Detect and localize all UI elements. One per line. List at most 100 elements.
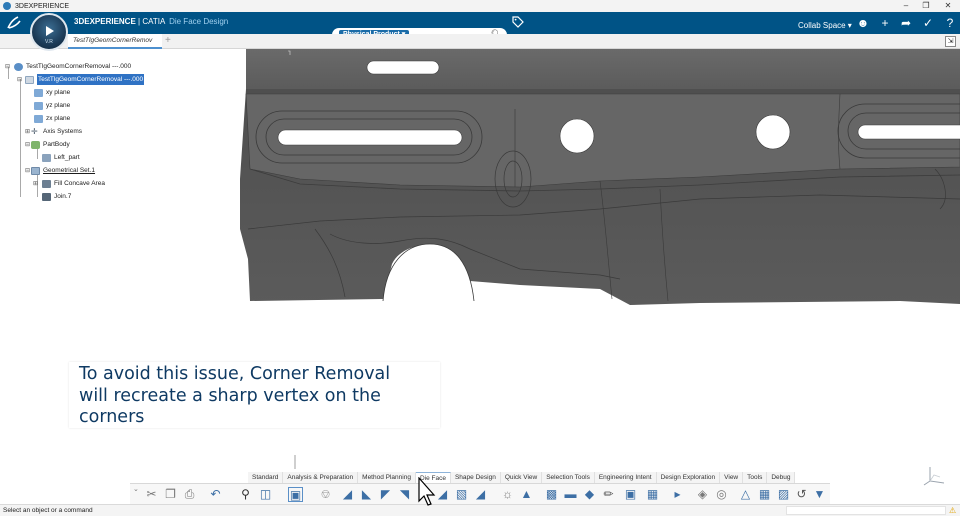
3d-viewport[interactable]: ⊟ ⊟ ⊞ ⊟ ⊟ ⊞ TestTlgGeomCornerRemoval ---… [0,49,960,504]
analysis-icon[interactable]: ◎ [714,487,729,502]
die-face-part[interactable] [0,49,960,504]
fit-all-icon[interactable]: ▣ [288,487,303,502]
paste-icon[interactable]: ⎙ [182,487,197,502]
capture-icon[interactable]: ↺ [794,487,809,502]
copy-icon[interactable]: ❐ [163,487,178,502]
cut-icon[interactable]: ✂ [144,487,159,502]
new-tab-button[interactable]: + [165,35,171,46]
maximize-viewer-icon[interactable]: ⇲ [945,36,956,47]
compass-version: V.R [45,39,53,45]
tree-node-yz-plane[interactable]: yz plane [34,100,70,111]
app-name: Die Face Design [169,17,229,26]
section-tools[interactable]: Tools [743,472,768,483]
offset-icon[interactable]: ▩ [544,487,559,502]
tree-node-left-part[interactable]: Left_part [42,152,80,163]
brand-separator: | CATIA [135,17,168,26]
view-mode-icon[interactable]: ◫ [258,487,273,502]
tools-icon[interactable]: ✓ [921,16,935,30]
collab-space-selector[interactable]: Collab Space ▾ [798,21,852,30]
section-method-planning[interactable]: Method Planning [358,472,416,483]
stamp-icon[interactable]: ◆ [582,487,597,502]
tree-node-zx-plane[interactable]: zx plane [34,113,70,124]
section-quick-view[interactable]: Quick View [500,472,543,483]
tree-node-label: Geometrical Set.1 [43,167,96,174]
section-selection-tools[interactable]: Selection Tools [542,472,595,483]
tree-expander[interactable]: ⊞ [33,181,38,187]
tree-node-axis-systems[interactable]: ✛ Axis Systems [31,126,82,137]
command-input[interactable] [786,506,946,515]
plane-icon [34,114,43,123]
dassault-logo-icon[interactable] [6,15,22,31]
profile-icon[interactable]: ◤ [378,487,393,502]
tree-expander[interactable]: ⊟ [25,168,30,174]
tree-node-join[interactable]: Join.7 [42,191,71,202]
app-icon [3,2,11,10]
tag-icon[interactable] [512,16,524,31]
corner-icon[interactable]: ☼ [500,487,515,502]
tree-node-part[interactable]: TestTlgGeomCornerRemoval ---.000 [25,74,145,85]
action-bar-handle[interactable] [294,455,296,469]
tree-expander[interactable]: ⊟ [5,64,10,70]
split-icon[interactable]: ◈ [695,487,710,502]
warning-icon[interactable]: ⚠ [949,505,956,516]
apply-icon[interactable]: ▼ [812,487,827,502]
tree-node-root[interactable]: TestTlgGeomCornerRemoval ---.000 [14,61,131,72]
help-icon[interactable]: ? [943,16,957,30]
share-icon[interactable]: ➦ [899,16,913,30]
section-analysis-preparation[interactable]: Analysis & Preparation [283,472,359,483]
tree-node-fill-concave[interactable]: Fill Concave Area [42,178,105,189]
tree-expander[interactable]: ⊟ [25,142,30,148]
tree-expander[interactable]: ⊟ [17,77,22,83]
binder-icon[interactable]: ◣ [359,487,374,502]
flange-icon[interactable]: ✏ [601,487,616,502]
tree-expander[interactable]: ⊞ [25,129,30,135]
tree-node-label: yz plane [46,102,71,109]
geoset-icon [31,166,40,175]
add-icon[interactable]: + [878,16,892,30]
patch-icon[interactable]: ▬ [563,487,578,502]
user-icon[interactable]: ☻ [856,16,870,30]
render-icon[interactable]: ▨ [776,487,791,502]
solid-icon [42,153,51,162]
section-icon[interactable]: ▦ [757,487,772,502]
check-icon[interactable]: △ [738,487,753,502]
zoom-icon[interactable]: ⚲ [238,487,253,502]
part-icon [25,75,34,84]
caption-line: will recreate a sharp vertex on the [79,385,381,406]
surface-icon[interactable]: ◥ [397,487,412,502]
tree-node-label: zx plane [46,115,71,122]
tree-node-label: Join.7 [54,193,72,200]
section-engineering-intent[interactable]: Engineering Intent [594,472,657,483]
undo-icon[interactable]: ↶ [208,487,223,502]
blend-icon[interactable]: ▲ [519,487,534,502]
section-design-exploration[interactable]: Design Exploration [656,472,721,483]
axis-icon: ✛ [31,126,38,136]
tree-node-partbody[interactable]: PartBody [31,139,70,150]
restore-button[interactable]: ❐ [916,0,936,12]
draft-icon[interactable]: ▣ [623,487,638,502]
tree-node-label: Axis Systems [43,128,83,135]
axis-triad-icon[interactable] [920,463,948,487]
tab-document[interactable]: TestTlgGeomCornerRemov [68,34,162,49]
body-icon [31,140,40,149]
chevron-down-icon[interactable]: ⌄ [133,485,139,493]
join-icon [42,192,51,201]
extend-icon[interactable]: ▧ [454,487,469,502]
compass-icon[interactable]: V.R [30,13,68,51]
trim-icon[interactable]: ◢ [473,487,488,502]
tree-node-label: xy plane [46,89,71,96]
fill-icon[interactable]: ▦ [645,487,660,502]
die-addendum-icon[interactable]: ◢ [340,487,355,502]
section-debug[interactable]: Debug [767,472,796,483]
tree-node-xy-plane[interactable]: xy plane [34,87,70,98]
minimize-button[interactable]: – [896,0,916,12]
measure-icon[interactable]: ⎊ [318,487,333,502]
join-icon[interactable]: ▸ [670,487,685,502]
section-standard[interactable]: Standard [248,472,284,483]
section-view[interactable]: View [720,472,744,483]
section-shape-design[interactable]: Shape Design [450,472,501,483]
fillet-icon[interactable]: ◢ [435,487,450,502]
tree-node-geometrical-set[interactable]: Geometrical Set.1 [31,165,95,176]
close-window-button[interactable]: ✕ [938,0,958,12]
document-tabs: TestTlgGeomCornerRemov + ⇲ [0,34,960,49]
